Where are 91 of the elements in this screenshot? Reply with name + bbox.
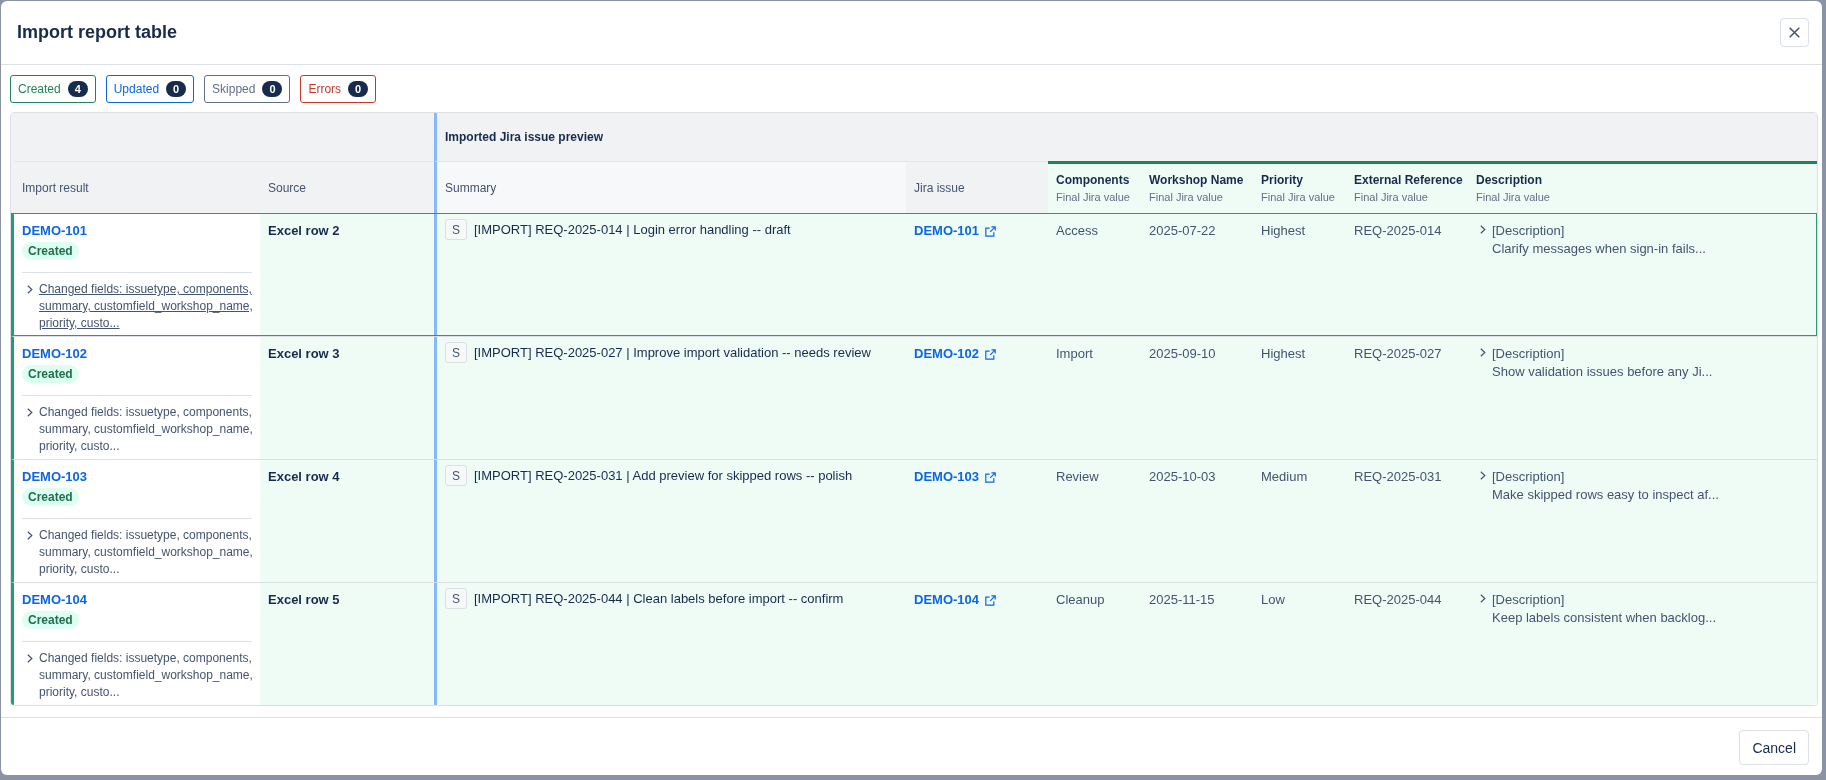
- issue-type-badge: S: [445, 588, 467, 609]
- summary-text: [IMPORT] REQ-2025-014 | Login error handling -- draft: [474, 221, 791, 239]
- chevron-right-icon: [1480, 471, 1486, 480]
- close-button[interactable]: [1780, 18, 1809, 47]
- issue-type-badge: S: [445, 219, 467, 240]
- column-title: Components: [1056, 173, 1130, 187]
- description-text: Clarify messages when sign-in fails...: [1492, 240, 1706, 258]
- filter-chip[interactable]: Errors 0: [300, 75, 377, 103]
- changed-fields-toggle[interactable]: Changed fields: issuetype, components, summary, customfield_workshop_name, priority, custo...: [22, 281, 256, 332]
- table-row[interactable]: [11, 582, 1817, 705]
- workshop-date: 2025-10-03: [1149, 469, 1216, 484]
- workshop-date: 2025-09-10: [1149, 346, 1216, 361]
- source-cell-text: Excel row 5: [267, 591, 341, 609]
- jira-issue-link[interactable]: DEMO-102: [914, 345, 997, 363]
- component-value: Review: [1056, 469, 1099, 484]
- issue-link[interactable]: DEMO-101: [22, 222, 88, 240]
- column-subtitle: Final Jira value: [1056, 191, 1130, 204]
- count-badge: 0: [348, 81, 369, 97]
- column-subtitle: Final Jira value: [1476, 191, 1550, 204]
- changed-fields-toggle[interactable]: Changed fields: issuetype, components, summary, customfield_workshop_name, priority, custo...: [22, 527, 256, 578]
- table-row[interactable]: [11, 336, 1817, 459]
- summary-text: [IMPORT] REQ-2025-044 | Clean labels before import -- confirm: [474, 590, 844, 608]
- chevron-right-icon: [1480, 594, 1486, 603]
- column-title: Priority: [1261, 173, 1303, 187]
- reference-value: REQ-2025-031: [1354, 469, 1442, 484]
- description-toggle[interactable]: [Description]: [1476, 222, 1565, 240]
- changed-fields-toggle[interactable]: Changed fields: issuetype, components, summary, customfield_workshop_name, priority, custo...: [22, 404, 256, 455]
- cancel-button[interactable]: Cancel: [1739, 730, 1809, 765]
- issue-link[interactable]: DEMO-102: [22, 345, 88, 363]
- chevron-right-icon: [27, 285, 33, 294]
- issue-link[interactable]: DEMO-103: [22, 468, 88, 486]
- component-value: Access: [1056, 223, 1098, 238]
- priority-value: Highest: [1261, 346, 1306, 361]
- filter-chip[interactable]: Created 4: [10, 75, 96, 103]
- status-badge: Created: [22, 365, 79, 383]
- priority-value: Medium: [1261, 469, 1308, 484]
- chevron-right-icon: [1480, 225, 1486, 234]
- external-link-icon: [985, 471, 997, 483]
- issue-type-badge: S: [445, 465, 467, 486]
- source-cell-text: Excel row 4: [267, 468, 341, 486]
- chevron-right-icon: [27, 531, 33, 540]
- close-icon: [1789, 27, 1800, 38]
- jira-issue-link[interactable]: DEMO-104: [914, 591, 997, 609]
- external-link-icon: [985, 225, 997, 237]
- summary-text: [IMPORT] REQ-2025-027 | Improve import validation -- needs review: [474, 344, 871, 362]
- column-title: Description: [1476, 173, 1542, 187]
- jira-issue-link[interactable]: DEMO-101: [914, 222, 997, 240]
- filter-chip[interactable]: Updated 0: [105, 75, 195, 103]
- table-row[interactable]: [11, 213, 1817, 336]
- description-text: Make skipped rows easy to inspect af...: [1492, 486, 1719, 504]
- chevron-right-icon: [27, 654, 33, 663]
- description-toggle[interactable]: [Description]: [1476, 345, 1565, 363]
- chevron-right-icon: [1480, 348, 1486, 357]
- reference-value: REQ-2025-027: [1354, 346, 1442, 361]
- status-badge: Created: [22, 242, 79, 260]
- changed-fields-toggle[interactable]: Changed fields: issuetype, components, summary, customfield_workshop_name, priority, custo...: [22, 650, 256, 701]
- dialog-title: Import report table: [17, 22, 177, 43]
- column-header: Summary: [434, 161, 906, 213]
- description-toggle[interactable]: [Description]: [1476, 591, 1565, 609]
- description-text: Keep labels consistent when backlog...: [1492, 609, 1717, 627]
- column-subtitle: Final Jira value: [1149, 191, 1223, 204]
- priority-value: Low: [1261, 592, 1285, 607]
- reference-value: REQ-2025-014: [1354, 223, 1442, 238]
- filter-chip[interactable]: Skipped 0: [204, 75, 291, 103]
- column-subtitle: Final Jira value: [1354, 191, 1428, 204]
- table-row[interactable]: [11, 459, 1817, 582]
- component-value: Import: [1056, 346, 1093, 361]
- jira-issue-link[interactable]: DEMO-103: [914, 468, 997, 486]
- description-text: Show validation issues before any Ji...: [1492, 363, 1713, 381]
- priority-value: Highest: [1261, 223, 1306, 238]
- column-subtitle: Final Jira value: [1261, 191, 1335, 204]
- reference-value: REQ-2025-044: [1354, 592, 1442, 607]
- issue-type-badge: S: [445, 342, 467, 363]
- status-badge: Created: [22, 488, 79, 506]
- source-cell-text: Excel row 2: [267, 222, 341, 240]
- component-value: Cleanup: [1056, 592, 1105, 607]
- column-title: Workshop Name: [1149, 173, 1244, 187]
- chevron-right-icon: [27, 408, 33, 417]
- workshop-date: 2025-07-22: [1149, 223, 1216, 238]
- source-cell-text: Excel row 3: [267, 345, 341, 363]
- external-link-icon: [985, 594, 997, 606]
- status-badge: Created: [22, 611, 79, 629]
- count-badge: 0: [166, 81, 187, 97]
- workshop-date: 2025-11-15: [1149, 592, 1215, 607]
- description-toggle[interactable]: [Description]: [1476, 468, 1565, 486]
- issue-link[interactable]: DEMO-104: [22, 591, 88, 609]
- external-link-icon: [985, 348, 997, 360]
- count-badge: 4: [67, 81, 88, 97]
- summary-text: [IMPORT] REQ-2025-031 | Add preview for skipped rows -- polish: [474, 467, 853, 485]
- column-title: External Reference: [1354, 173, 1463, 187]
- count-badge: 0: [262, 81, 283, 97]
